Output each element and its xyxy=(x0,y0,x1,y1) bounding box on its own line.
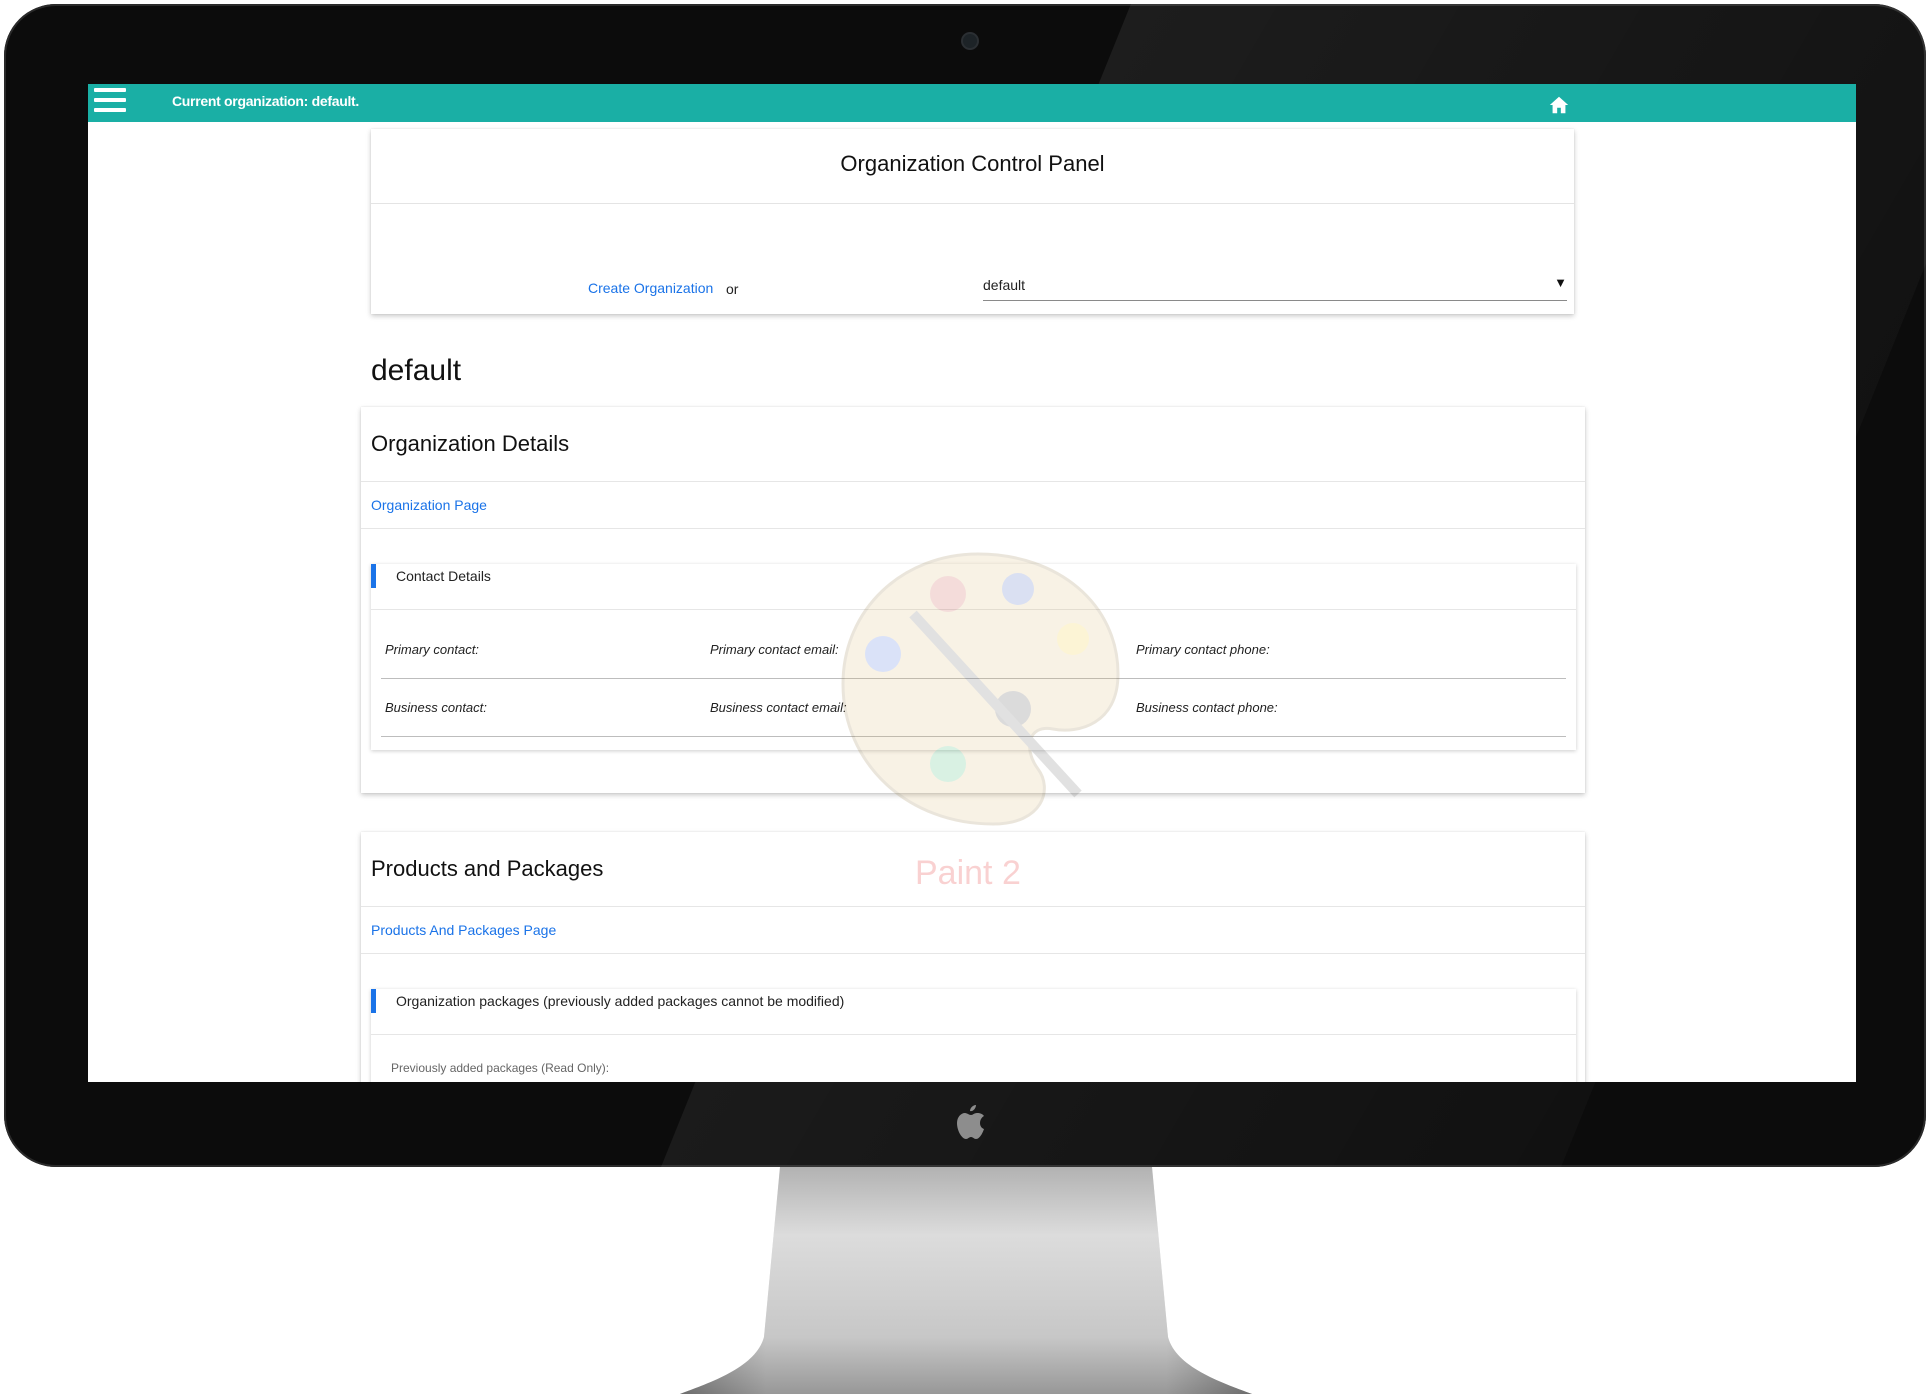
monitor-bezel: Current organization: default. Organizat… xyxy=(4,4,1926,1167)
or-label: or xyxy=(726,281,739,297)
divider xyxy=(371,609,1576,610)
create-organization-link[interactable]: Create Organization xyxy=(588,280,713,296)
divider xyxy=(361,906,1585,907)
organization-packages-title: Organization packages (previously added … xyxy=(396,993,845,1009)
divider xyxy=(361,953,1585,954)
previously-added-packages-label: Previously added packages (Read Only): xyxy=(391,1061,610,1075)
contact-details-card: Contact Details Primary contact: Primary… xyxy=(371,564,1576,750)
current-organization-label: Current organization: default. xyxy=(172,93,360,109)
contact-details-title: Contact Details xyxy=(396,568,491,584)
products-and-packages-page-link[interactable]: Products And Packages Page xyxy=(371,922,556,938)
primary-contact-phone-label: Primary contact phone: xyxy=(1136,642,1270,657)
section-accent-bar xyxy=(371,989,376,1013)
organization-select[interactable]: default ▼ xyxy=(983,271,1567,301)
divider xyxy=(361,528,1585,529)
organization-page-link[interactable]: Organization Page xyxy=(371,497,487,513)
organization-heading: default xyxy=(371,354,462,387)
row-divider xyxy=(381,736,1566,737)
primary-contact-email-label: Primary contact email: xyxy=(710,642,839,657)
top-bar: Current organization: default. xyxy=(88,84,1856,122)
business-contact-label: Business contact: xyxy=(385,700,487,715)
apple-logo-icon xyxy=(957,1105,984,1139)
app-screen: Current organization: default. Organizat… xyxy=(88,84,1856,1082)
dropdown-arrow-icon: ▼ xyxy=(1554,275,1567,290)
control-panel-title: Organization Control Panel xyxy=(840,151,1105,176)
organization-select-value: default xyxy=(983,277,1026,293)
hamburger-menu-icon[interactable] xyxy=(94,88,126,116)
organization-packages-card: Organization packages (previously added … xyxy=(371,989,1576,1082)
monitor-stand xyxy=(680,1167,1252,1394)
section-accent-bar xyxy=(371,564,376,588)
products-and-packages-card: Products and Packages Products And Packa… xyxy=(361,832,1585,1082)
organization-details-card: Organization Details Organization Page C… xyxy=(361,407,1585,793)
divider xyxy=(371,1034,1576,1035)
camera-icon xyxy=(963,34,977,48)
divider xyxy=(371,203,1574,204)
control-panel-card: Organization Control Panel Create Organi… xyxy=(371,129,1574,314)
row-divider xyxy=(381,678,1566,679)
home-icon[interactable] xyxy=(1548,94,1570,116)
divider xyxy=(361,481,1585,482)
organization-details-title: Organization Details xyxy=(371,431,570,456)
business-contact-phone-label: Business contact phone: xyxy=(1136,700,1278,715)
business-contact-email-label: Business contact email: xyxy=(710,700,847,715)
products-and-packages-title: Products and Packages xyxy=(371,856,604,881)
primary-contact-label: Primary contact: xyxy=(385,642,479,657)
